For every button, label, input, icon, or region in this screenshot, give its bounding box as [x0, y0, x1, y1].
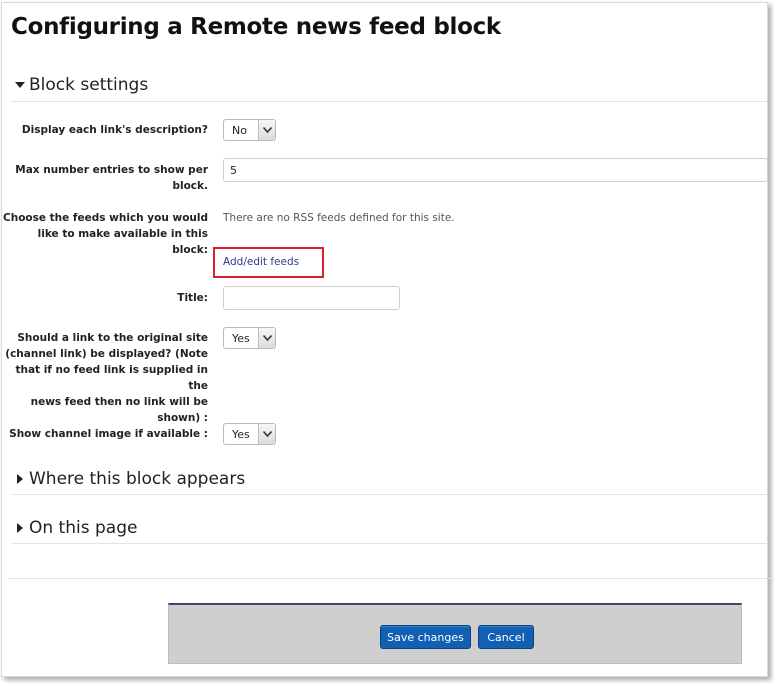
display-description-select[interactable]: No [223, 119, 276, 141]
section-block-settings[interactable]: Block settings [15, 75, 148, 95]
channel-link-label-line: that if no feed link is supplied in the [15, 364, 208, 392]
channel-link-label-line: Should a link to the original site [17, 332, 208, 344]
no-feeds-message: There are no RSS feeds defined for this … [223, 212, 455, 224]
max-entries-label-line1: Max number entries to show per [15, 164, 208, 176]
max-entries-label: Max number entries to show per block. [15, 162, 208, 194]
cancel-button[interactable]: Cancel [478, 625, 534, 649]
channel-link-label: Should a link to the original site (chan… [0, 330, 208, 426]
section-block-settings-label: Block settings [29, 75, 149, 95]
caret-right-icon [17, 474, 23, 484]
choose-feeds-label-line2: like to make available in this block: [37, 228, 208, 256]
channel-link-label-line: shown) : [157, 412, 208, 424]
section-where-appears-label: Where this block appears [29, 469, 246, 489]
channel-image-select[interactable]: Yes [223, 423, 276, 445]
choose-feeds-label: Choose the feeds which you would like to… [0, 210, 208, 258]
channel-image-value: Yes [232, 427, 250, 441]
caret-right-icon [17, 523, 23, 533]
divider [11, 543, 768, 544]
caret-down-icon [15, 82, 25, 88]
title-input[interactable] [223, 286, 400, 310]
chevron-down-icon [258, 120, 275, 140]
divider [11, 494, 768, 495]
chevron-down-icon [258, 328, 275, 348]
max-entries-input[interactable]: 5 [223, 158, 768, 182]
section-where-appears[interactable]: Where this block appears [15, 469, 245, 489]
display-description-label: Display each link's description? [21, 124, 208, 136]
max-entries-label-line2: block. [172, 180, 208, 192]
display-description-value: No [232, 123, 247, 137]
section-on-this-page[interactable]: On this page [15, 518, 137, 538]
section-on-this-page-label: On this page [29, 518, 138, 538]
title-label: Title: [177, 292, 208, 304]
channel-link-select[interactable]: Yes [223, 327, 276, 349]
divider [8, 578, 771, 579]
channel-link-label-line: news feed then no link will be [30, 396, 208, 408]
channel-link-value: Yes [232, 331, 250, 345]
channel-image-label: Show channel image if available : [9, 428, 208, 440]
max-entries-value: 5 [230, 163, 237, 177]
choose-feeds-label-line1: Choose the feeds which you would [3, 212, 208, 224]
channel-link-label-line: (channel link) be displayed? (Note [5, 348, 208, 360]
chevron-down-icon [258, 424, 275, 444]
divider [11, 101, 768, 102]
add-edit-feeds-link[interactable]: Add/edit feeds [223, 256, 299, 268]
save-changes-button[interactable]: Save changes [380, 625, 471, 649]
page-title: Configuring a Remote news feed block [11, 14, 501, 40]
